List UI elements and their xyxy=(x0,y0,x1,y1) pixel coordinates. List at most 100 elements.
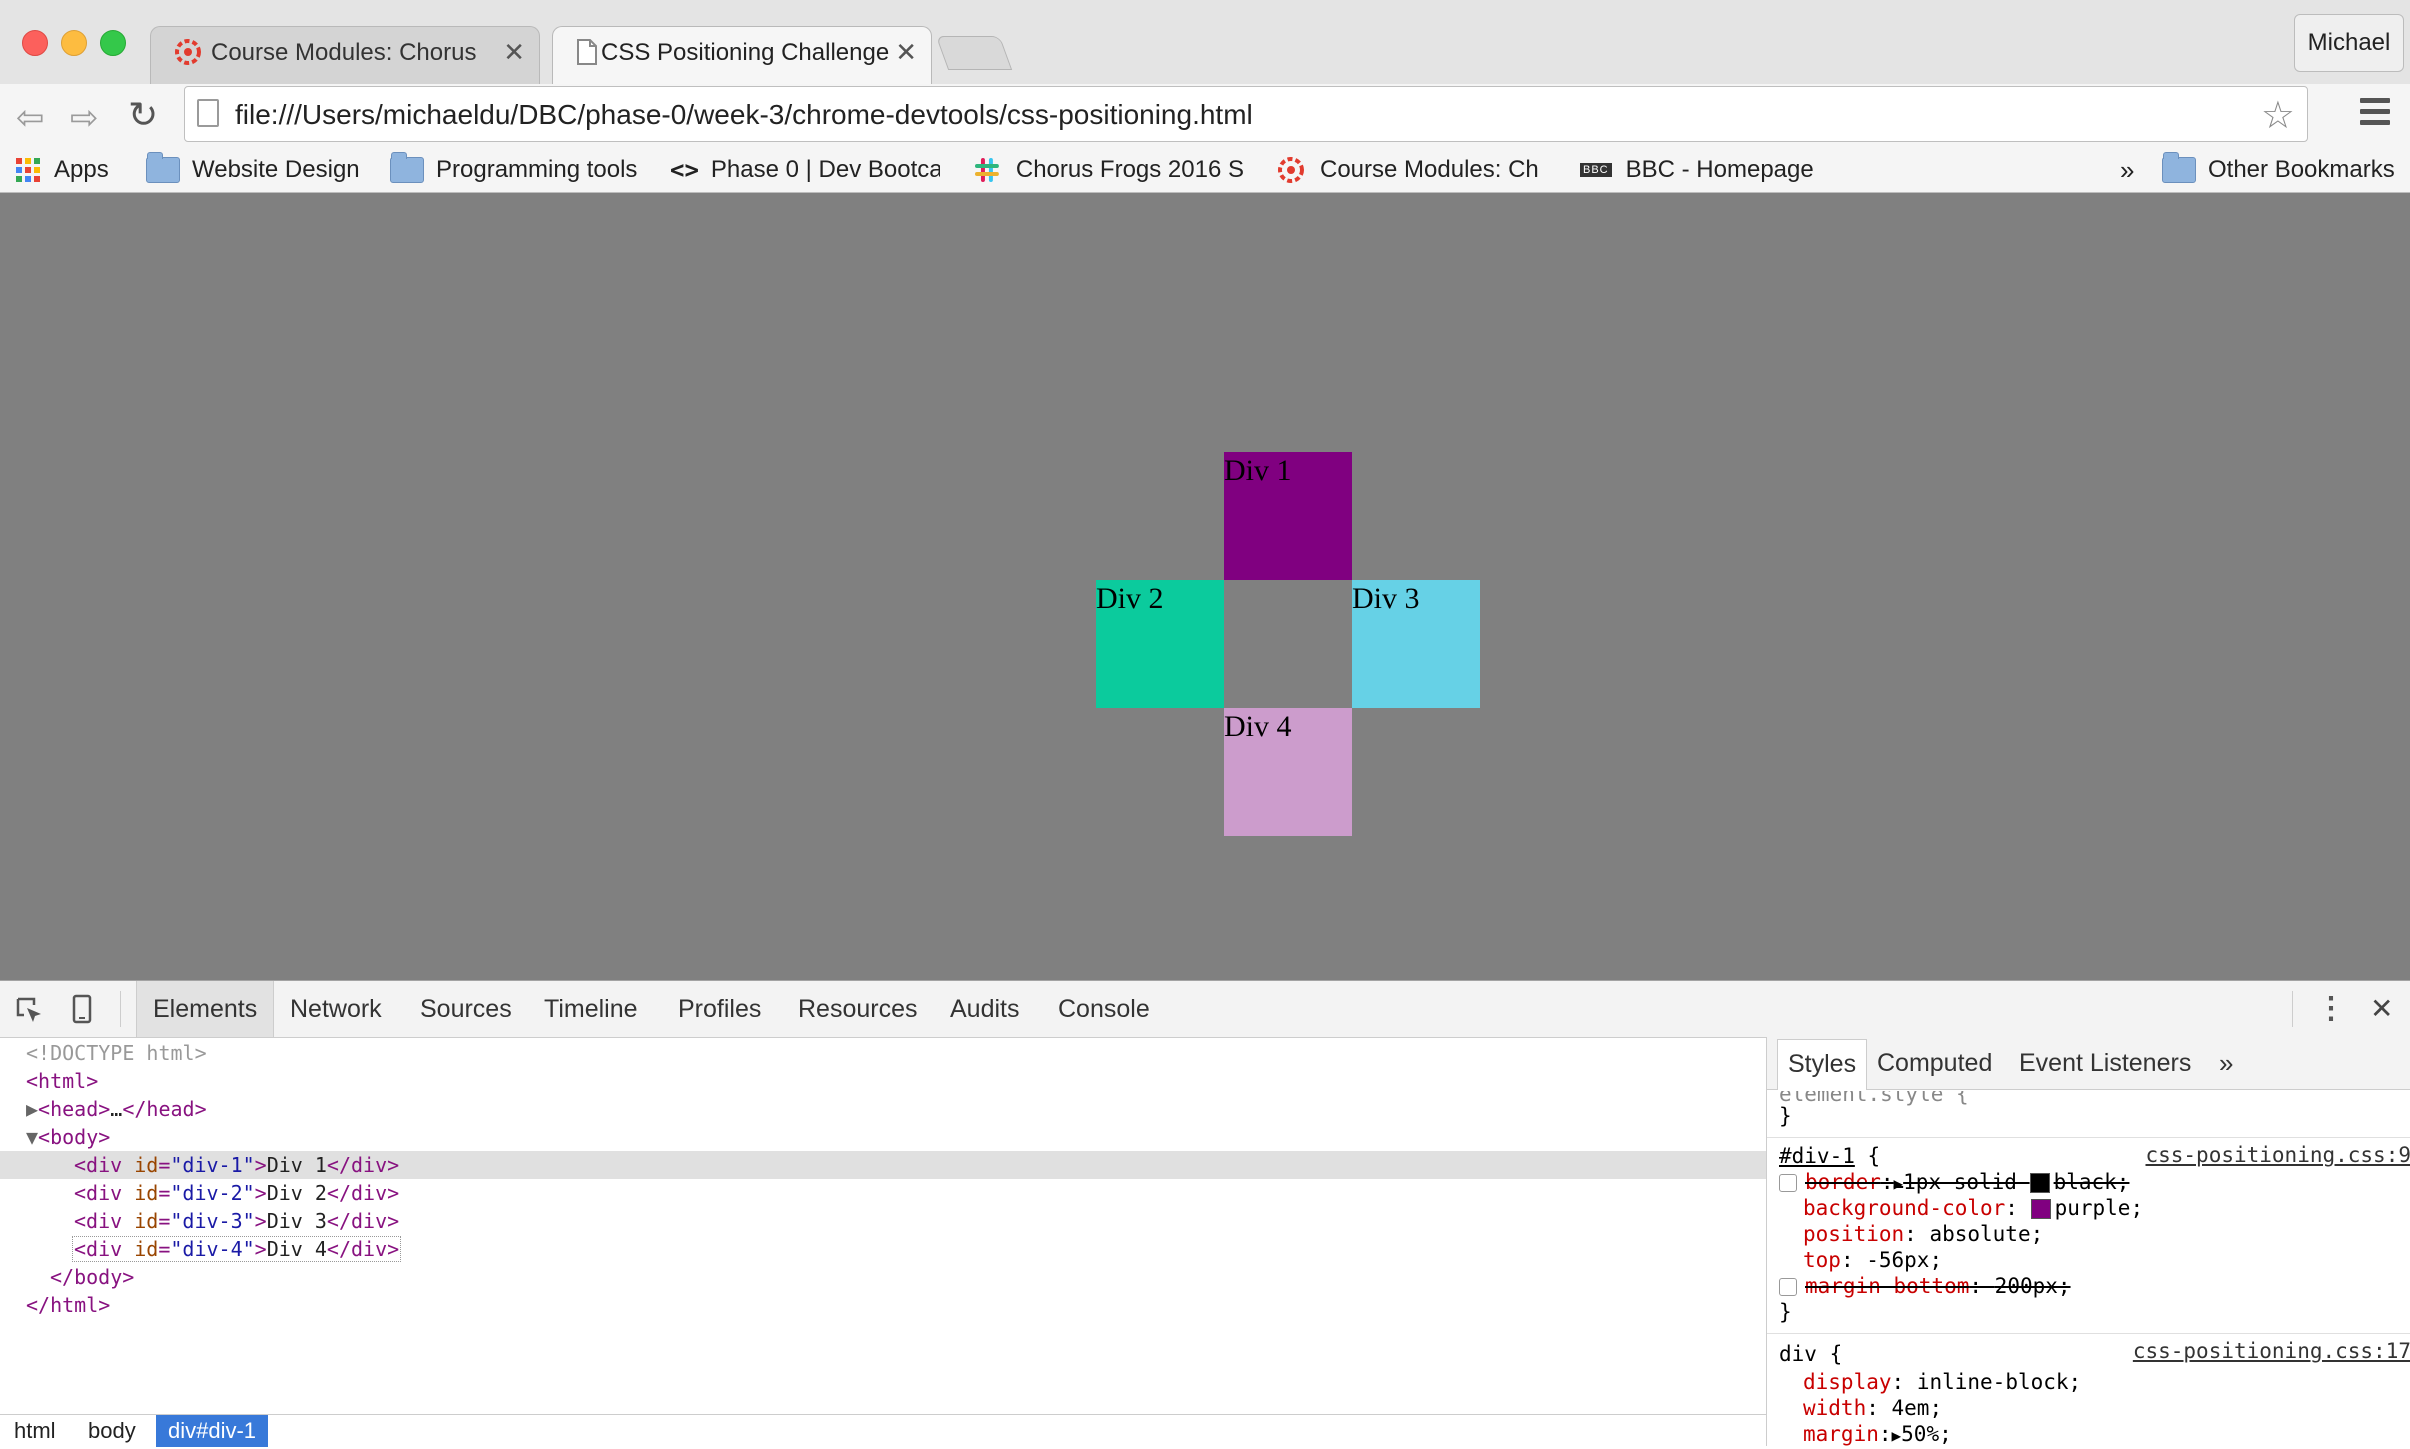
bookmark-apps[interactable]: Apps xyxy=(16,152,109,188)
devtools-tab-resources[interactable]: Resources xyxy=(798,981,918,1037)
breadcrumb-div-1[interactable]: div#div-1 xyxy=(156,1415,269,1447)
bookmarks-overflow-chevron-icon[interactable]: » xyxy=(2120,152,2134,188)
devtools-tab-timeline[interactable]: Timeline xyxy=(544,981,638,1037)
dom-div-3[interactable]: <div id="div-3">Div 3</div> xyxy=(0,1207,1766,1235)
new-tab-button[interactable] xyxy=(935,36,1013,70)
devtools-tab-audits[interactable]: Audits xyxy=(950,981,1019,1037)
prop-width[interactable]: width: 4em; xyxy=(1803,1395,1942,1421)
selector-text: #div-1 xyxy=(1779,1144,1855,1168)
prop-top[interactable]: top: -56px; xyxy=(1803,1247,1942,1273)
window-close-button[interactable] xyxy=(22,30,48,56)
browser-tab-css-positioning[interactable]: CSS Positioning Challenge ✕ xyxy=(552,26,932,86)
color-swatch[interactable] xyxy=(2029,1173,2050,1193)
dom-body-close[interactable]: </body> xyxy=(0,1263,1766,1291)
browser-tab-course-modules[interactable]: Course Modules: Chorus F ✕ xyxy=(150,26,540,84)
collapse-triangle-icon[interactable]: ▼ xyxy=(26,1125,38,1149)
bookmark-other-bookmarks[interactable]: Other Bookmarks xyxy=(2162,152,2395,188)
div-close-tag: </div> xyxy=(326,1181,400,1205)
bookmark-website-design[interactable]: Website Design xyxy=(146,152,360,188)
bookmarks-bar: Apps Website Design Programming tools <>… xyxy=(0,150,2410,193)
devtools-close-icon[interactable]: ✕ xyxy=(2370,981,2393,1037)
bookmark-label: Website Design xyxy=(192,156,360,183)
div-text: Div 4 xyxy=(266,1237,327,1261)
toolbar-divider xyxy=(120,991,121,1027)
tab-styles[interactable]: Styles xyxy=(1777,1039,1868,1090)
styles-tab-bar: Styles Computed Event Listeners » xyxy=(1767,1037,2410,1090)
attr-name: id xyxy=(134,1209,159,1233)
div-open-tag: <div xyxy=(74,1209,123,1233)
reload-icon[interactable]: ↻ xyxy=(128,94,158,136)
prop-value: absolute; xyxy=(1929,1222,2044,1246)
tab-event-listeners[interactable]: Event Listeners xyxy=(2019,1037,2191,1089)
address-bar[interactable]: file:///Users/michaeldu/DBC/phase-0/week… xyxy=(184,86,2308,142)
property-checkbox[interactable] xyxy=(1779,1174,1797,1192)
device-mode-icon[interactable] xyxy=(70,993,94,1025)
prop-display[interactable]: display: inline-block; xyxy=(1803,1369,2081,1395)
inspect-element-icon[interactable] xyxy=(14,995,44,1025)
div-1-label: Div 1 xyxy=(1224,454,1292,487)
rule-divider xyxy=(1767,1137,2410,1138)
expand-triangle-icon[interactable]: ▶ xyxy=(26,1097,38,1121)
back-arrow-icon[interactable]: ⇦ xyxy=(16,98,45,138)
dom-div-1[interactable]: <div id="div-1">Div 1</div> xyxy=(0,1151,1766,1179)
prop-background-color[interactable]: background-color: purple; xyxy=(1803,1195,2143,1221)
window-zoom-button[interactable] xyxy=(100,30,126,56)
prop-margin[interactable]: margin:▶50%; xyxy=(1803,1421,1952,1446)
head-open-tag: <head> xyxy=(38,1097,111,1121)
div-text: Div 1 xyxy=(266,1153,327,1177)
body-open-tag: <body> xyxy=(38,1125,111,1149)
prop-value: -56px; xyxy=(1866,1248,1943,1272)
styles-overflow-chevron-icon[interactable]: » xyxy=(2219,1037,2233,1089)
bookmark-star-icon[interactable]: ☆ xyxy=(2261,93,2295,138)
bookmark-course-modules[interactable]: Course Modules: Ch xyxy=(1276,152,1548,188)
prop-margin-bottom[interactable]: margin-bottom: 200px; xyxy=(1779,1273,2071,1299)
rule-div-1-selector[interactable]: #div-1 { xyxy=(1779,1143,1880,1169)
rule-div-1-source-link[interactable]: css-positioning.css:9 xyxy=(2145,1143,2410,1167)
tab-close-icon[interactable]: ✕ xyxy=(895,37,917,68)
slack-icon xyxy=(974,158,999,182)
div-open-tag: <div xyxy=(74,1237,123,1261)
window-minimize-button[interactable] xyxy=(61,30,87,56)
tab-close-icon[interactable]: ✕ xyxy=(503,37,525,68)
div-text: Div 2 xyxy=(266,1181,327,1205)
tab-title: CSS Positioning Challenge xyxy=(601,39,890,66)
elements-dom-tree: <!DOCTYPE html> <html> ▶<head>…</head> ▼… xyxy=(0,1039,1766,1449)
devtools-tab-profiles[interactable]: Profiles xyxy=(678,981,761,1037)
prop-position[interactable]: position: absolute; xyxy=(1803,1221,2043,1247)
apps-grid-icon xyxy=(16,158,40,182)
bookmark-phase-0[interactable]: <> Phase 0 | Dev Bootca xyxy=(670,152,940,188)
profile-button[interactable]: Michael xyxy=(2294,14,2404,72)
devtools-more-icon[interactable]: ⋮ xyxy=(2316,981,2346,1037)
forward-arrow-icon[interactable]: ⇨ xyxy=(70,98,99,138)
div-2-label: Div 2 xyxy=(1096,582,1164,615)
dom-div-4[interactable]: <div id="div-4">Div 4</div> xyxy=(0,1235,1766,1263)
prop-border[interactable]: border:▶1px solid black; xyxy=(1779,1169,2129,1197)
address-url: file:///Users/michaeldu/DBC/phase-0/week… xyxy=(235,99,1253,130)
dom-doctype[interactable]: <!DOCTYPE html> xyxy=(0,1039,1766,1067)
prop-name: width xyxy=(1803,1396,1867,1420)
rule-close-brace: } xyxy=(1779,1104,1792,1128)
bookmark-bbc[interactable]: BBC BBC - Homepage xyxy=(1580,152,1814,188)
devtools-toolbar: Elements Network Sources Timeline Profil… xyxy=(0,981,2410,1038)
rule-div-source-link[interactable]: css-positioning.css:17 xyxy=(2133,1339,2410,1363)
color-swatch[interactable] xyxy=(2030,1199,2051,1219)
devtools-tab-console[interactable]: Console xyxy=(1058,981,1150,1037)
breadcrumb-body[interactable]: body xyxy=(88,1415,136,1447)
devtools-tab-network[interactable]: Network xyxy=(290,981,382,1037)
devtools-tab-elements[interactable]: Elements xyxy=(136,981,275,1037)
rule-div-selector[interactable]: div { xyxy=(1779,1341,1842,1367)
prop-name: border xyxy=(1805,1170,1881,1194)
breadcrumb-html[interactable]: html xyxy=(14,1415,56,1447)
dom-html-open[interactable]: <html> xyxy=(0,1067,1766,1095)
devtools-tab-sources[interactable]: Sources xyxy=(420,981,512,1037)
property-checkbox[interactable] xyxy=(1779,1278,1797,1296)
dom-body-open[interactable]: ▼<body> xyxy=(0,1123,1766,1151)
dom-head[interactable]: ▶<head>…</head> xyxy=(0,1095,1766,1123)
bookmark-chorus-frogs[interactable]: Chorus Frogs 2016 S xyxy=(972,152,1244,188)
dom-html-close[interactable]: </html> xyxy=(0,1291,1766,1319)
tab-computed[interactable]: Computed xyxy=(1877,1037,1992,1089)
chrome-menu-icon[interactable] xyxy=(2360,98,2390,131)
dom-div-2[interactable]: <div id="div-2">Div 2</div> xyxy=(0,1179,1766,1207)
bookmark-label: Course Modules: Ch xyxy=(1320,156,1539,183)
bookmark-programming-tools[interactable]: Programming tools xyxy=(390,152,637,188)
